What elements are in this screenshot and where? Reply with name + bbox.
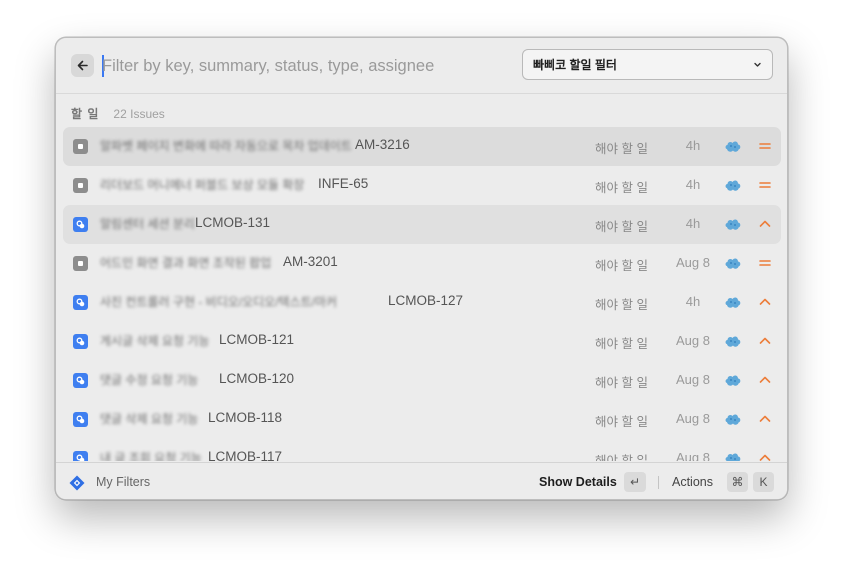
issue-status: 해야 할 일 bbox=[595, 298, 648, 312]
issue-summary: 댓글 수정 요청 기능 bbox=[100, 373, 199, 387]
priority-high-icon bbox=[759, 376, 771, 383]
issue-summary: 알림센터 세션 분리 bbox=[100, 217, 195, 231]
assignee-avatar-icon bbox=[725, 219, 741, 230]
issue-key: INFE-65 bbox=[318, 176, 369, 191]
issue-status: 해야 할 일 bbox=[595, 142, 648, 156]
issue-key: AM-3216 bbox=[355, 137, 410, 152]
issue-key: LCMOB-118 bbox=[208, 410, 283, 425]
story-type-icon bbox=[73, 334, 88, 349]
issue-status: 해야 할 일 bbox=[595, 259, 648, 273]
issue-updated: Aug 8 bbox=[676, 255, 710, 270]
assignee-avatar-icon bbox=[725, 414, 741, 425]
issue-summary: 게시글 삭제 요청 기능 bbox=[100, 334, 210, 348]
issue-key: LCMOB-121 bbox=[219, 332, 295, 347]
issue-updated: 4h bbox=[685, 177, 701, 192]
assignee-avatar-icon bbox=[725, 297, 741, 308]
issue-row[interactable]: 내 글 조회 요청 기능 LCMOB-117 해야 할 일 Aug 8 bbox=[63, 439, 781, 461]
jira-logo-icon bbox=[69, 475, 85, 491]
cmd-key-hint: ⌘ bbox=[727, 472, 748, 492]
task-type-icon bbox=[73, 139, 88, 154]
issue-summary: 어드민 화면 결과 화면 조작된 팝업 bbox=[100, 256, 272, 270]
priority-high-icon bbox=[759, 298, 771, 305]
issue-updated: Aug 8 bbox=[676, 372, 710, 387]
story-type-icon bbox=[73, 217, 88, 232]
story-type-icon bbox=[73, 295, 88, 310]
task-type-icon bbox=[73, 178, 88, 193]
issue-row[interactable]: 알파벳 페이지 변화에 따라 자동으로 목차 업데이트 AM-3216 해야 할 일… bbox=[63, 127, 781, 166]
back-button[interactable] bbox=[71, 54, 94, 77]
issue-summary: 댓글 삭제 요청 기능 bbox=[100, 412, 199, 426]
issue-row[interactable]: 알림센터 세션 분리 LCMOB-131 해야 할 일 4h bbox=[63, 205, 781, 244]
story-type-icon bbox=[73, 412, 88, 427]
raycast-window: 빠삐코 할일 필터 할 일 22 Issues 알파벳 페이지 변화에 따라 자… bbox=[55, 37, 788, 500]
issue-row[interactable]: 사진 컨트롤러 구현 - 비디오/오디오/텍스트/마커 LCMOB-127 해야 할… bbox=[63, 283, 781, 322]
issue-key: AM-3201 bbox=[283, 254, 338, 269]
issue-updated: Aug 8 bbox=[676, 450, 710, 461]
issue-row[interactable]: 리더보드 머니메너 퍼블드 보상 모듈 확장 INFE-65 해야 할 일 4h bbox=[63, 166, 781, 205]
story-type-icon bbox=[73, 451, 88, 461]
issue-row[interactable]: 댓글 삭제 요청 기능 LCMOB-118 해야 할 일 Aug 8 bbox=[63, 400, 781, 439]
assignee-avatar-icon bbox=[725, 258, 741, 269]
issue-status: 해야 할 일 bbox=[595, 454, 648, 461]
chevron-down-icon bbox=[754, 62, 761, 67]
priority-high-icon bbox=[759, 454, 771, 461]
assignee-avatar-icon bbox=[725, 336, 741, 347]
issue-summary: 리더보드 머니메너 퍼블드 보상 모듈 확장 bbox=[100, 178, 305, 192]
search-bar: 빠삐코 할일 필터 bbox=[56, 38, 787, 94]
issue-key: LCMOB-127 bbox=[388, 293, 464, 308]
enter-key-hint: ↵ bbox=[624, 472, 646, 492]
priority-medium-icon bbox=[759, 182, 771, 188]
task-type-icon bbox=[73, 256, 88, 271]
priority-high-icon bbox=[759, 415, 771, 422]
section-header: 할 일 22 Issues bbox=[71, 105, 165, 122]
assignee-avatar-icon bbox=[725, 141, 741, 152]
priority-high-icon bbox=[759, 337, 771, 344]
action-bar: My Filters Show Details ↵ Actions ⌘ K bbox=[56, 462, 787, 499]
assignee-avatar-icon bbox=[725, 180, 741, 191]
issue-row[interactable]: 댓글 수정 요청 기능 LCMOB-120 해야 할 일 Aug 8 bbox=[63, 361, 781, 400]
issue-key: LCMOB-117 bbox=[208, 449, 283, 461]
footer-divider bbox=[658, 476, 659, 489]
issue-key: LCMOB-131 bbox=[195, 215, 271, 230]
actions-button[interactable]: Actions bbox=[672, 475, 713, 489]
navigation-title: My Filters bbox=[96, 475, 151, 489]
section-count: 22 Issues bbox=[113, 107, 165, 121]
issue-list: 알파벳 페이지 변화에 따라 자동으로 목차 업데이트 AM-3216 해야 할 일… bbox=[63, 127, 781, 461]
issue-summary: 내 글 조회 요청 기능 bbox=[100, 451, 202, 461]
arrow-left-icon bbox=[77, 60, 88, 71]
issue-key: LCMOB-120 bbox=[219, 371, 295, 386]
issue-status: 해야 할 일 bbox=[595, 337, 648, 351]
filter-dropdown-value: 빠삐코 할일 필터 bbox=[533, 58, 617, 72]
story-type-icon bbox=[73, 373, 88, 388]
issue-status: 해야 할 일 bbox=[595, 376, 648, 390]
issue-updated: Aug 8 bbox=[676, 411, 710, 426]
show-details-action[interactable]: Show Details bbox=[539, 475, 617, 489]
issue-status: 해야 할 일 bbox=[595, 415, 648, 429]
filter-dropdown[interactable]: 빠삐코 할일 필터 bbox=[522, 49, 773, 80]
priority-medium-icon bbox=[759, 260, 771, 266]
issue-status: 해야 할 일 bbox=[595, 181, 648, 195]
issue-summary: 사진 컨트롤러 구현 - 비디오/오디오/텍스트/마커 bbox=[100, 295, 338, 309]
issue-updated: Aug 8 bbox=[676, 333, 710, 348]
issue-summary: 알파벳 페이지 변화에 따라 자동으로 목차 업데이트 bbox=[100, 139, 352, 153]
section-title: 할 일 bbox=[71, 107, 100, 121]
assignee-avatar-icon bbox=[725, 375, 741, 386]
k-key-hint: K bbox=[753, 472, 774, 492]
issue-updated: 4h bbox=[685, 138, 701, 153]
search-input[interactable] bbox=[102, 53, 522, 79]
assignee-avatar-icon bbox=[725, 453, 741, 461]
issue-updated: 4h bbox=[685, 294, 701, 309]
issue-updated: 4h bbox=[685, 216, 701, 231]
priority-high-icon bbox=[759, 220, 771, 227]
issue-row[interactable]: 게시글 삭제 요청 기능 LCMOB-121 해야 할 일 Aug 8 bbox=[63, 322, 781, 361]
issue-status: 해야 할 일 bbox=[595, 220, 648, 234]
issue-row[interactable]: 어드민 화면 결과 화면 조작된 팝업 AM-3201 해야 할 일 Aug 8 bbox=[63, 244, 781, 283]
priority-medium-icon bbox=[759, 143, 771, 149]
